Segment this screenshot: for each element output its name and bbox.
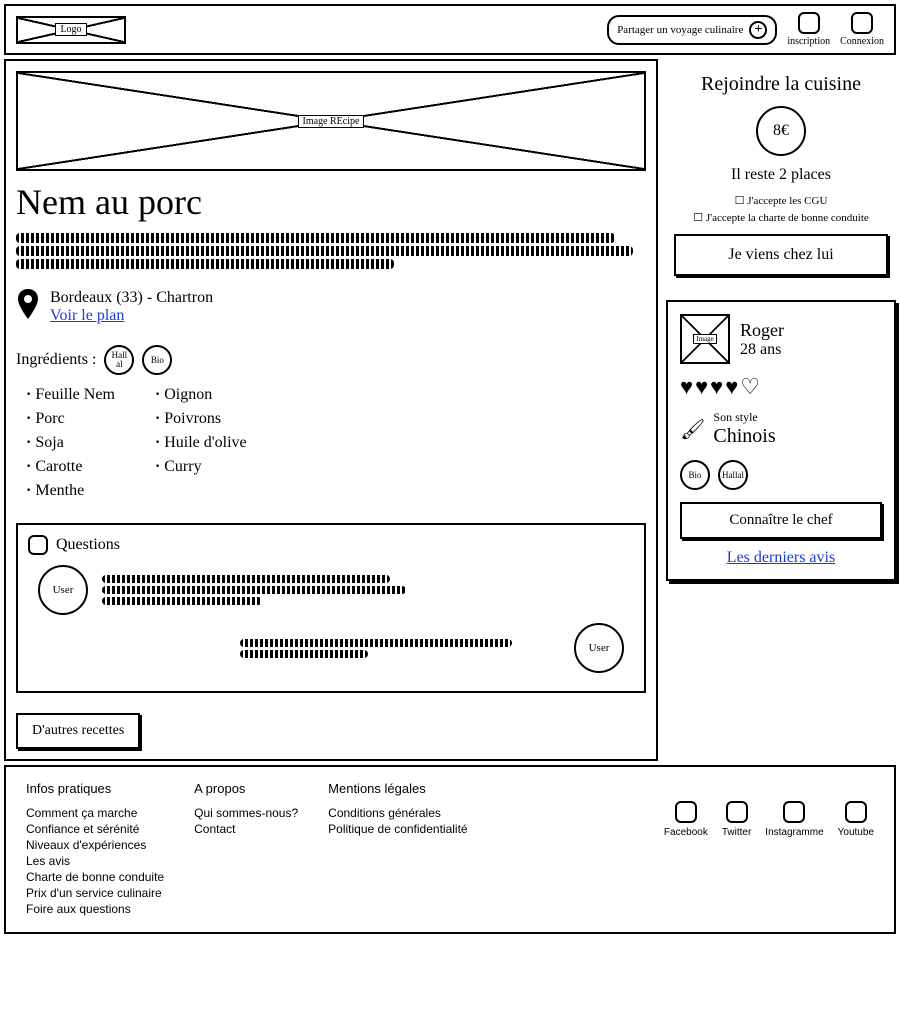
join-button[interactable]: Je viens chez lui	[674, 234, 888, 276]
reviews-link[interactable]: Les derniers avis	[727, 549, 835, 566]
login-button[interactable]: Connexion	[840, 12, 884, 47]
recipe-image: Image REcipe	[16, 71, 646, 171]
footer-link[interactable]: Conditions générales	[328, 806, 467, 820]
footer-link[interactable]: Comment ça marche	[26, 806, 164, 820]
user-avatar: User	[38, 565, 88, 615]
ingredient-item: Curry	[155, 455, 247, 479]
ingredient-item: Menthe	[26, 479, 115, 503]
signup-button[interactable]: inscription	[787, 12, 830, 47]
social-facebook[interactable]: Facebook	[664, 801, 708, 838]
price-badge: 8€	[756, 106, 806, 156]
ingredient-item: Soja	[26, 431, 115, 455]
social-twitter[interactable]: Twitter	[722, 801, 751, 838]
footer-link[interactable]: Les avis	[26, 854, 164, 868]
footer-col2-title: A propos	[194, 781, 298, 796]
ingredient-item: Poivrons	[155, 407, 247, 431]
chef-card: Image Roger 28 ans ♥♥♥♥♡ 🖌 Son style Chi…	[666, 300, 896, 581]
ingredient-item: Feuille Nem	[26, 383, 115, 407]
location-pin-icon	[16, 289, 40, 324]
brush-icon: 🖌	[680, 417, 705, 442]
recipe-description	[16, 233, 646, 269]
join-kitchen-panel: Rejoindre la cuisine 8€ Il reste 2 place…	[666, 59, 896, 290]
chef-bio-badge: Bio	[680, 460, 710, 490]
ingredient-item: Huile d'olive	[155, 431, 247, 455]
hallal-badge: Hall al	[104, 345, 134, 375]
ingredient-item: Carotte	[26, 455, 115, 479]
logo[interactable]: Logo	[16, 16, 126, 44]
bio-badge: Bio	[142, 345, 172, 375]
plus-icon: +	[749, 21, 767, 39]
other-recipes-button[interactable]: D'autres recettes	[16, 713, 140, 749]
location-text: Bordeaux (33) - Chartron	[50, 289, 213, 307]
questions-checkbox[interactable]	[28, 535, 48, 555]
footer-link[interactable]: Politique de confidentialité	[328, 822, 467, 836]
footer-col3-title: Mentions légales	[328, 781, 467, 796]
ingredients-list: Feuille NemPorcSojaCarotteMenthe OignonP…	[26, 383, 646, 503]
style-label: Son style	[713, 410, 775, 425]
map-link[interactable]: Voir le plan	[50, 307, 124, 324]
ingredient-item: Porc	[26, 407, 115, 431]
chef-rating: ♥♥♥♥♡	[680, 374, 882, 400]
header-bar: Logo Partager un voyage culinaire + insc…	[4, 4, 896, 55]
questions-panel: Questions User User	[16, 523, 646, 693]
social-youtube[interactable]: Youtube	[838, 801, 874, 838]
join-title: Rejoindre la cuisine	[674, 73, 888, 96]
footer-link[interactable]: Contact	[194, 822, 298, 836]
user-avatar: User	[574, 623, 624, 673]
know-chef-button[interactable]: Connaître le chef	[680, 502, 882, 539]
questions-label: Questions	[56, 536, 120, 554]
social-instagramme[interactable]: Instagramme	[765, 801, 823, 838]
footer-link[interactable]: Prix d'un service culinaire	[26, 886, 164, 900]
style-value: Chinois	[713, 425, 775, 448]
share-label: Partager un voyage culinaire	[617, 24, 743, 36]
footer: Infos pratiques Comment ça marche Confian…	[4, 765, 896, 934]
places-left: Il reste 2 places	[674, 166, 888, 184]
footer-link[interactable]: Qui sommes-nous?	[194, 806, 298, 820]
cgu-checkbox[interactable]: J'accepte les CGU	[674, 194, 888, 207]
footer-col1-title: Infos pratiques	[26, 781, 164, 796]
chef-image: Image	[680, 314, 730, 364]
share-trip-button[interactable]: Partager un voyage culinaire +	[607, 15, 777, 45]
chef-hallal-badge: Hallal	[718, 460, 748, 490]
recipe-panel: Image REcipe Nem au porc Bordeaux (33) -…	[4, 59, 658, 761]
footer-link[interactable]: Charte de bonne conduite	[26, 870, 164, 884]
footer-link[interactable]: Foire aux questions	[26, 902, 164, 916]
chef-name: Roger	[740, 320, 784, 341]
charte-checkbox[interactable]: J'accepte la charte de bonne conduite	[674, 211, 888, 224]
footer-link[interactable]: Niveaux d'expériences	[26, 838, 164, 852]
ingredients-label: Ingrédients :	[16, 351, 96, 369]
ingredient-item: Oignon	[155, 383, 247, 407]
chef-age: 28 ans	[740, 341, 784, 359]
recipe-title: Nem au porc	[16, 181, 646, 223]
footer-link[interactable]: Confiance et sérénité	[26, 822, 164, 836]
